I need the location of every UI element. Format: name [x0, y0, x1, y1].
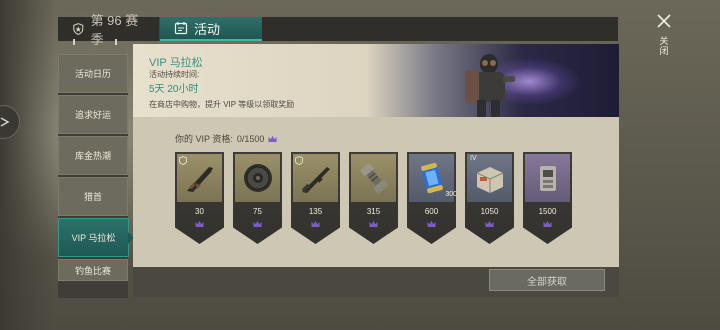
reward-requirement: 600: [424, 207, 439, 216]
banner-description: 在商店中购物，提升 VIP 等级以领取奖励: [149, 100, 295, 109]
crown-icon: [369, 220, 378, 227]
reward-requirement: 1050: [480, 207, 499, 216]
qualification-label: 你的 VIP 资格:: [175, 134, 233, 144]
shield-badge-icon: [295, 156, 303, 165]
rewards-area: 你的 VIP 资格: 0/1500 30 75 135 315 600 300 …: [133, 117, 619, 267]
menu-item-label: 追求好运: [74, 110, 111, 120]
reward-card[interactable]: 1500: [523, 152, 572, 244]
banner-title: VIP 马拉松: [149, 57, 203, 69]
crown-icon: [268, 135, 277, 142]
menu-item-calendar[interactable]: 活动日历: [58, 54, 128, 93]
duration-value: 5天 20小时: [149, 84, 199, 95]
menu-item-label: 钓鱼比赛: [74, 265, 111, 276]
reward-card[interactable]: IV 1050: [465, 152, 514, 244]
reward-quantity: 300: [445, 191, 457, 198]
menu-item-label: VIP 马拉松: [71, 233, 116, 243]
menu-item-label: 库金热潮: [74, 151, 111, 161]
reward-card[interactable]: 315: [349, 152, 398, 244]
shield-badge-icon: [179, 156, 187, 165]
crown-icon: [543, 220, 552, 227]
menu-item-fishing[interactable]: 钓鱼比赛: [58, 259, 128, 281]
soldier-illustration: [465, 54, 515, 117]
claim-all-label: 全部获取: [527, 276, 567, 288]
shield-icon: [73, 23, 84, 35]
background-shade: [0, 0, 56, 330]
reward-art: [525, 154, 570, 202]
tab-season[interactable]: 第 96 赛季: [58, 13, 160, 47]
menu-item-label: 猎首: [83, 192, 102, 202]
menu-item-label: 活动日历: [74, 69, 111, 79]
claim-all-button[interactable]: 全部获取: [489, 269, 605, 291]
menu-item-luck[interactable]: 追求好运: [58, 95, 128, 134]
reward-card[interactable]: 600 300: [407, 152, 456, 244]
crown-icon: [195, 220, 204, 227]
arrow-right-icon: [0, 117, 10, 127]
close-icon: [657, 14, 671, 28]
crown-icon: [253, 220, 262, 227]
calendar-icon: [174, 22, 188, 35]
reward-track: 30 75 135 315 600 300 IV 1050 1500: [175, 152, 572, 244]
top-tab-bar: 第 96 赛季 活动: [58, 13, 618, 47]
event-panel: VIP 马拉松 活动持续时间: 5天 20小时 在商店中购物，提升 VIP 等级…: [133, 44, 619, 297]
reward-requirement: 315: [366, 207, 381, 216]
tool-part-icon: [360, 163, 388, 194]
crown-icon: [311, 220, 320, 227]
tab-activity-label: 活动: [194, 21, 221, 37]
event-banner: VIP 马拉松 活动持续时间: 5天 20小时 在商店中购物，提升 VIP 等级…: [133, 44, 619, 117]
reward-card[interactable]: 135: [291, 152, 340, 244]
close-button[interactable]: 关闭: [652, 12, 676, 68]
menu-item-vip-marathon[interactable]: VIP 马拉松: [58, 218, 134, 257]
reward-card[interactable]: 30: [175, 152, 224, 244]
reward-art: [351, 154, 396, 202]
qualification-value: 0/1500: [236, 133, 265, 144]
close-label: 关闭: [658, 36, 669, 56]
reward-requirement: 30: [195, 207, 204, 216]
supply-crate-icon: [476, 167, 503, 193]
reward-requirement: 75: [253, 207, 262, 216]
machine-icon: [539, 166, 556, 191]
crown-icon: [427, 220, 436, 227]
tab-pin-marks: [73, 39, 117, 45]
menu-item-gold-rush[interactable]: 库金热潮: [58, 136, 128, 175]
duration-label: 活动持续时间:: [149, 70, 200, 79]
reward-tier: IV: [470, 155, 477, 162]
tab-activity[interactable]: 活动: [160, 17, 262, 41]
landmine-icon: [243, 164, 272, 192]
vip-qualification: 你的 VIP 资格: 0/1500: [175, 132, 277, 145]
reward-requirement: 1500: [538, 207, 557, 216]
menu-item-headhunt[interactable]: 猎首: [58, 177, 128, 216]
crown-icon: [485, 220, 494, 227]
event-menu: 活动日历 追求好运 库金热潮 猎首 VIP 马拉松 钓鱼比赛: [58, 54, 134, 298]
reward-requirement: 135: [308, 207, 323, 216]
panel-footer: 全部获取: [133, 267, 619, 297]
reward-art: [235, 154, 280, 202]
reward-card[interactable]: 75: [233, 152, 282, 244]
